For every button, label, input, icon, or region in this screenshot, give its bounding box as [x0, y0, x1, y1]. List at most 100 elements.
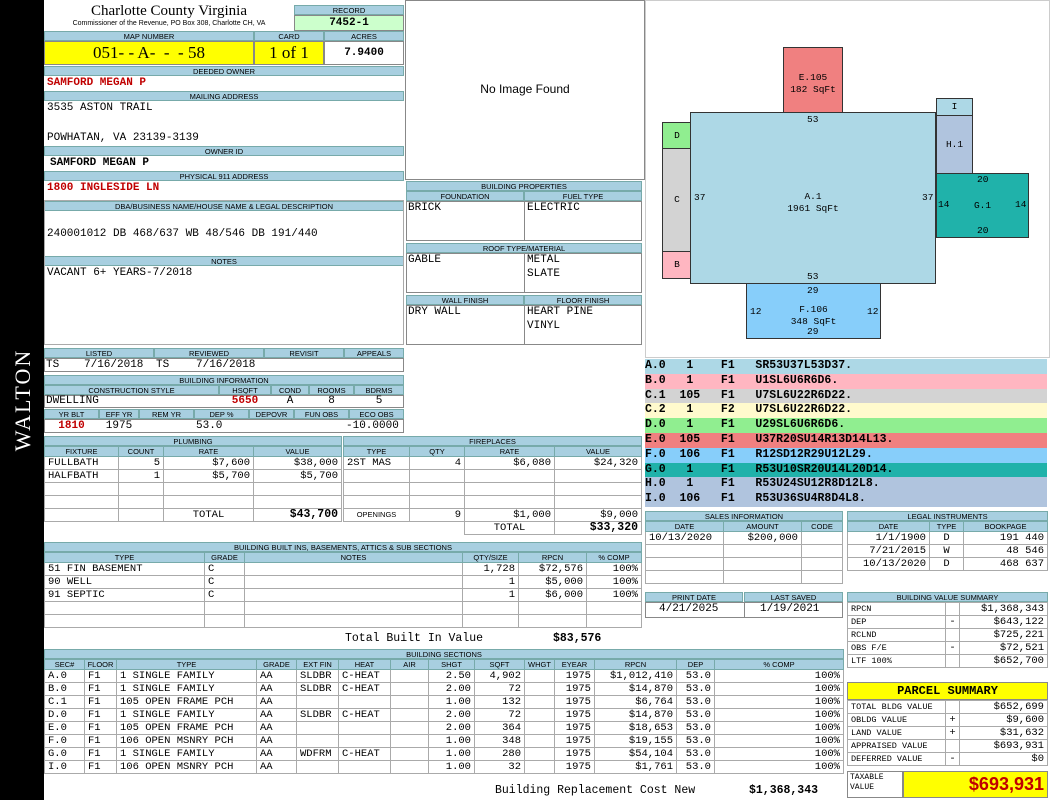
bvs-value: $72,521: [959, 641, 1048, 655]
fuel-type-header: FUEL TYPE: [524, 191, 642, 201]
sale-amount: $200,000: [723, 531, 802, 545]
bi-comp: 100%: [586, 575, 642, 589]
legal-bookpage: 191 440: [963, 531, 1048, 545]
section-cell: 2.00: [428, 708, 475, 722]
sketch-e105-label: E.105: [798, 72, 828, 83]
section-cell: [296, 721, 339, 735]
fireplaces-table: TYPE QTY RATE VALUE 2ST MAS 4 $6,080 $24,320 O…: [343, 446, 642, 535]
section-cell: [338, 734, 391, 748]
section-cell: 1975: [554, 721, 595, 735]
construction-style-header: CONSTRUCTION STYLE: [44, 385, 219, 395]
sketch-f106-label: F.106: [799, 304, 828, 315]
table-row: OBLDG VALUE + $9,600: [847, 713, 1048, 727]
bi-type: 51 FIN BASEMENT: [44, 562, 205, 576]
sketch-h1: H.1: [936, 115, 973, 174]
legal-bookpage: 48 546: [963, 544, 1048, 558]
brcn-label: Building Replacement Cost New: [495, 784, 696, 797]
section-cell: 1 SINGLE FAMILY: [116, 669, 257, 683]
bi-comp: 100%: [586, 562, 642, 576]
dim-14-right: 14: [1015, 199, 1027, 210]
print-date-header: PRINT DATE: [645, 592, 743, 602]
section-cell: C-HEAT: [338, 708, 391, 722]
side-label-bar: WALTON: [0, 0, 44, 800]
bi-grade: C: [204, 575, 245, 589]
section-cell: AA: [256, 708, 297, 722]
taxable-value: $693,931: [903, 771, 1048, 798]
sketch-e105: E.105 182 SqFt: [783, 47, 843, 113]
section-cell: [390, 760, 429, 774]
section-cell: F.0: [44, 734, 85, 748]
fp-h-type: TYPE: [343, 446, 410, 457]
listed-by: TS: [46, 359, 60, 371]
parcel-value: $693,931: [959, 739, 1048, 753]
hsqft-header: HSQFT: [219, 385, 271, 395]
section-cell: F1: [84, 682, 117, 696]
builtins-header: BUILDING BUILT INS, BASEMENTS, ATTICS & …: [44, 542, 642, 552]
table-row: DEP - $643,122: [847, 615, 1048, 629]
table-row: FULLBATH 5 $7,600 $38,000: [44, 456, 342, 470]
bi-qty: 1: [462, 575, 519, 589]
bi-notes: [244, 588, 463, 602]
last-saved-header: LAST SAVED: [744, 592, 843, 602]
sales-h-date: DATE: [645, 521, 724, 532]
section-cell: 280: [474, 747, 525, 761]
bi-eco-obs: -10.0000: [346, 420, 399, 432]
table-row: B.0 F1 1 SINGLE FAMILY AA SLDBR C-HEAT 2.00 72 1…: [44, 682, 844, 696]
section-cell: 1975: [554, 695, 595, 709]
mailing-line-2: POWHATAN, VA 23139-3139: [47, 132, 199, 144]
section-header: HEAT: [338, 659, 391, 670]
bi-hsqft: 5650: [231, 395, 259, 407]
reviewed-header: REVIEWED: [154, 348, 264, 358]
section-cell: F1: [84, 721, 117, 735]
section-cell: [390, 708, 429, 722]
section-cell: [524, 734, 555, 748]
section-cell: 32: [474, 760, 525, 774]
bi-rpcn: $6,000: [518, 588, 587, 602]
sketch-e105-area: 182 SqFt: [790, 84, 836, 95]
openings-rate: $1,000: [464, 508, 555, 522]
section-cell: [524, 708, 555, 722]
builtins-table: TYPE GRADE NOTES QTY/SIZE RPCN% COMP 51 FIN …: [44, 552, 642, 628]
section-cell: 106 OPEN MSNRY PCH: [116, 760, 257, 774]
table-row: 10/13/2020 $200,000: [645, 531, 843, 545]
plumbing-total: $43,700: [253, 508, 342, 522]
sales-h-amount: AMOUNT: [723, 521, 802, 532]
legal-date: 10/13/2020: [847, 557, 930, 571]
section-cell: D.0: [44, 708, 85, 722]
parcel-summary-title: PARCEL SUMMARY: [847, 682, 1048, 700]
floor-finish-header: FLOOR FINISH: [524, 295, 642, 305]
section-cell: $6,764: [594, 695, 677, 709]
plumb-value: $5,700: [253, 469, 342, 483]
listed-date: 7/16/2018: [84, 359, 144, 371]
section-cell: F1: [84, 747, 117, 761]
section-cell: F1: [84, 734, 117, 748]
table-row: OBS F/E - $72,521: [847, 641, 1048, 655]
physical-address-header: PHYSICAL 911 ADDRESS: [44, 171, 404, 181]
table-row: RCLND $725,221: [847, 628, 1048, 642]
table-row: HALFBATH 1 $5,700 $5,700: [44, 469, 342, 483]
section-header: EYEAR: [554, 659, 595, 670]
legal-header: LEGAL INSTRUMENTS: [847, 511, 1048, 521]
section-cell: 1.00: [428, 747, 475, 761]
card-header: CARD: [254, 31, 324, 41]
section-cell: 72: [474, 708, 525, 722]
dim-53-top: 53: [807, 114, 819, 125]
bi-h-rpcn: RPCN: [518, 552, 587, 563]
roof-material-1: METAL: [527, 254, 561, 266]
sketch-d: D: [662, 122, 692, 149]
parcel-value: $0: [959, 752, 1048, 766]
fireplaces-total: $33,320: [554, 521, 642, 535]
legend-row: C.2 1 F2 U7SL6U22R6D22.: [645, 403, 1047, 419]
bi-dep: 53.0: [196, 420, 223, 432]
dim-53-bottom: 53: [807, 271, 819, 282]
last-saved-value: 1/19/2021: [760, 603, 820, 615]
county-title: Charlotte County Virginia: [90, 3, 248, 19]
plumb-rate: $7,600: [163, 456, 254, 470]
section-cell: 100%: [714, 747, 844, 761]
table-row: F.0 F1 106 OPEN MSNRY PCH AA 1.00 348 1975 $19,…: [44, 734, 844, 748]
bvs-sign: [945, 602, 960, 616]
legal-type: W: [929, 544, 964, 558]
section-cell: 53.0: [676, 721, 715, 735]
fp-h-value: VALUE: [554, 446, 642, 457]
parcel-value: $9,600: [959, 713, 1048, 727]
